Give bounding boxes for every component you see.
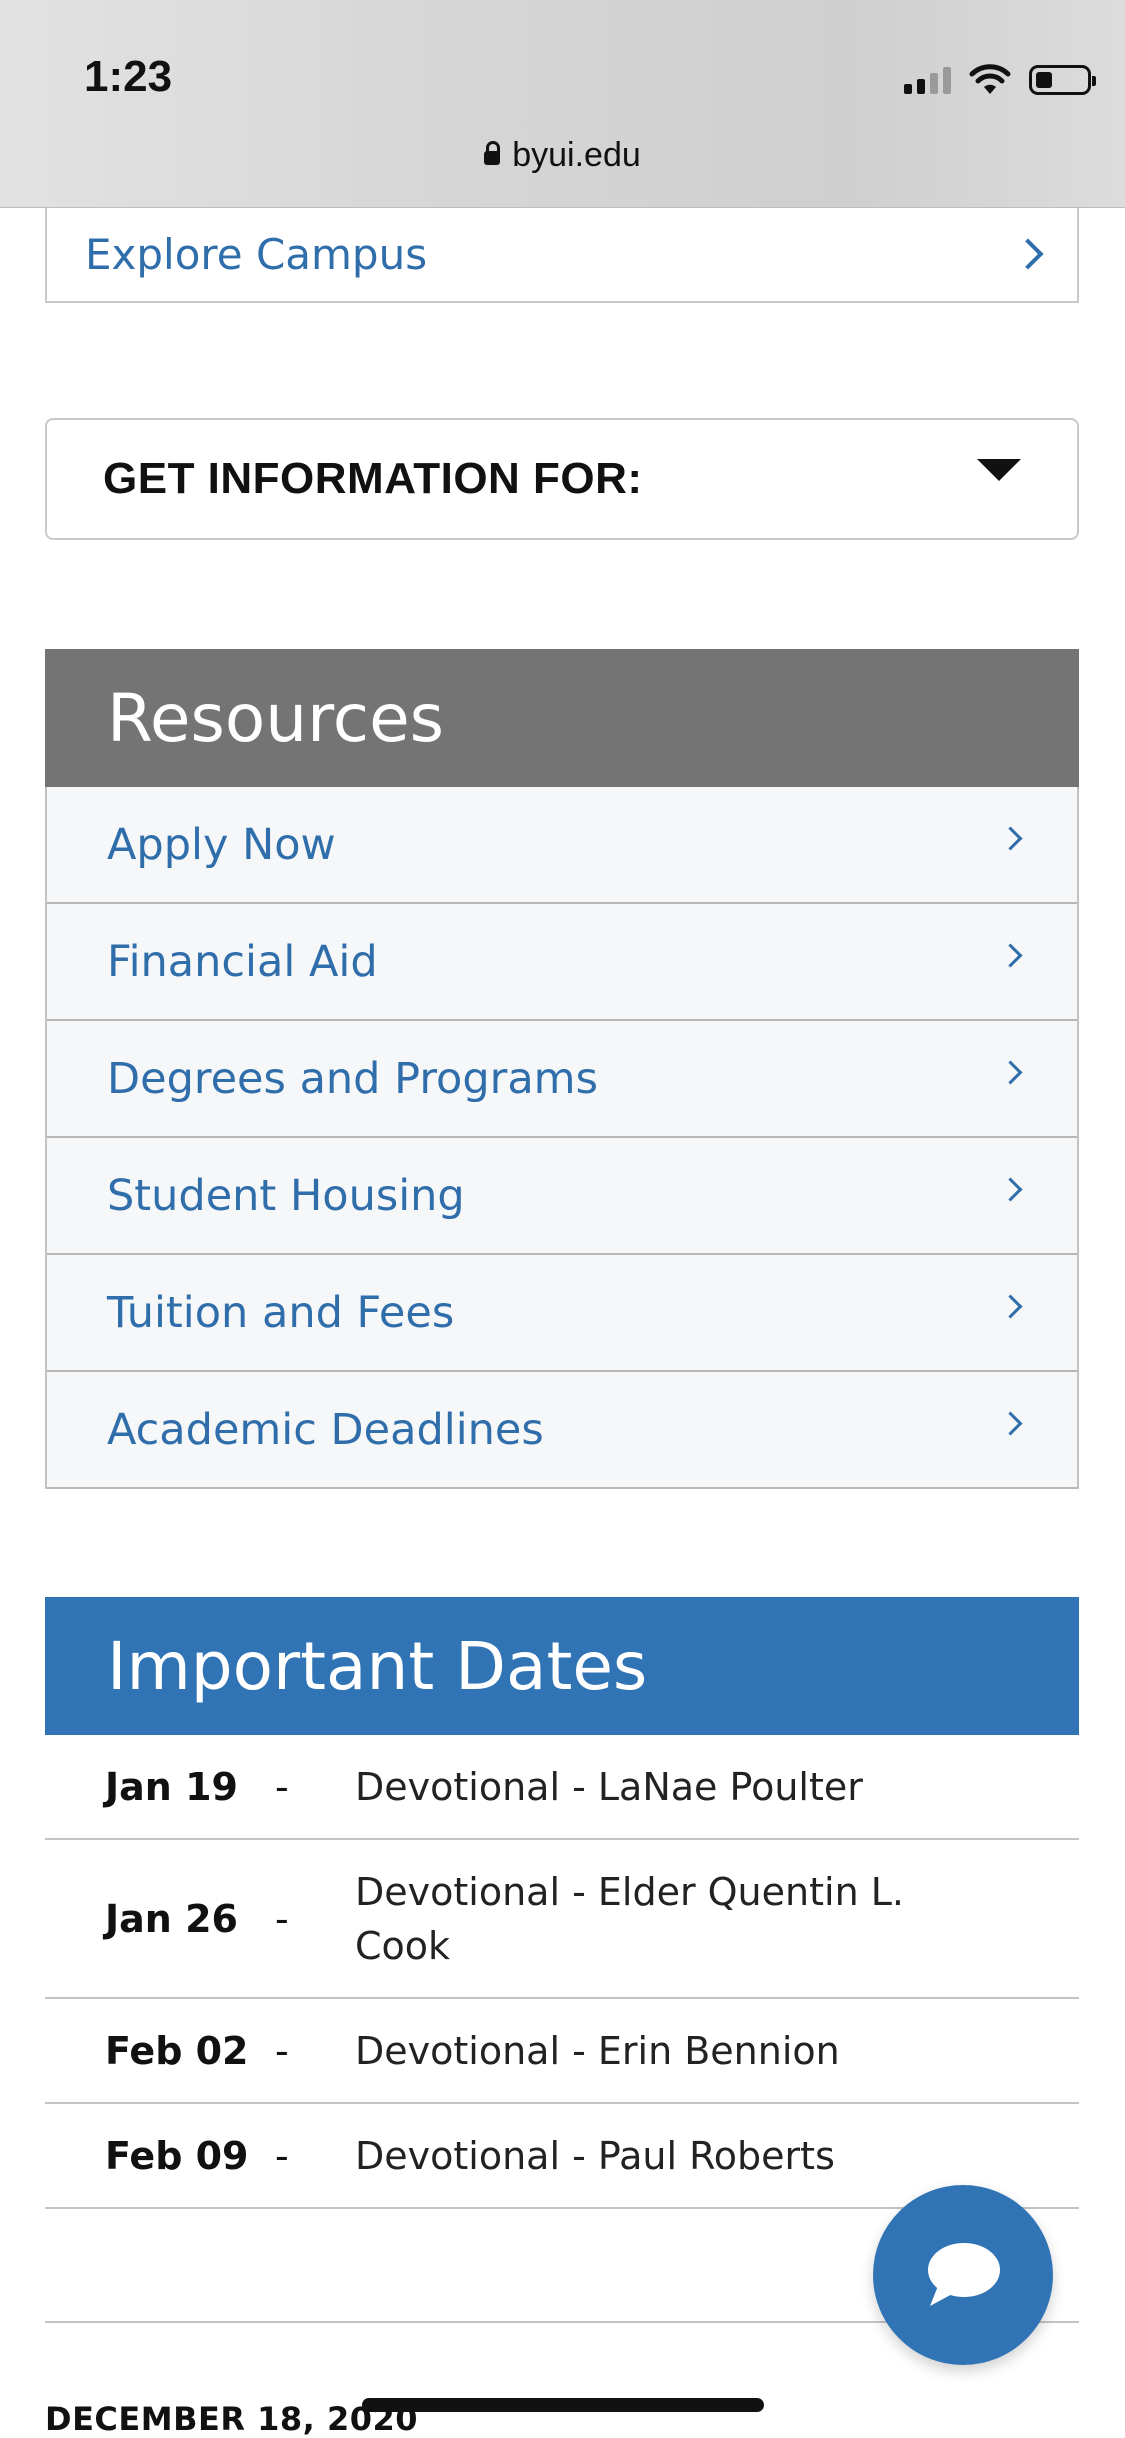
resource-item-label: Degrees and Programs xyxy=(107,1053,598,1104)
resource-item-label: Financial Aid xyxy=(107,936,378,987)
resource-item-label: Tuition and Fees xyxy=(107,1287,455,1338)
chevron-right-icon xyxy=(998,1294,1023,1319)
event-title: Devotional - Paul Roberts xyxy=(355,2133,835,2178)
chevron-right-icon xyxy=(998,826,1023,851)
event-title: Devotional - Erin Bennion xyxy=(355,2028,840,2073)
resource-item-label: Student Housing xyxy=(107,1170,465,1221)
get-information-dropdown[interactable]: GET INFORMATION FOR: xyxy=(45,418,1079,540)
event-date: Jan 26 xyxy=(105,1896,238,1941)
resource-item-apply-now[interactable]: Apply Now xyxy=(47,787,1077,904)
home-indicator[interactable] xyxy=(362,2398,764,2412)
resource-item-financial-aid[interactable]: Financial Aid xyxy=(47,904,1077,1021)
important-dates-heading: Important Dates xyxy=(45,1597,1079,1735)
lock-icon xyxy=(484,141,501,165)
caret-down-icon xyxy=(977,459,1021,481)
chevron-right-icon xyxy=(998,1411,1023,1436)
get-information-label: GET INFORMATION FOR: xyxy=(103,454,643,503)
chevron-right-icon xyxy=(998,943,1023,968)
battery-icon xyxy=(1029,65,1096,95)
wifi-icon xyxy=(969,64,1011,94)
event-title: Devotional - LaNae Poulter xyxy=(355,1764,863,1809)
status-icons xyxy=(904,58,1096,102)
address-bar[interactable]: byui.edu xyxy=(0,136,1125,175)
resource-item-student-housing[interactable]: Student Housing xyxy=(47,1138,1077,1255)
resource-item-academic-deadlines[interactable]: Academic Deadlines xyxy=(47,1372,1077,1489)
date-row[interactable]: Jan 19 - Devotional - LaNae Poulter xyxy=(45,1735,1079,1840)
event-date: Jan 19 xyxy=(105,1764,238,1809)
date-separator: - xyxy=(275,1764,289,1809)
resource-item-label: Apply Now xyxy=(107,819,336,870)
resources-panel: Resources Apply Now Financial Aid Degree… xyxy=(45,649,1079,1489)
date-row[interactable]: Jan 26 - Devotional - Elder Quentin L. C… xyxy=(45,1840,1079,1999)
status-time: 1:23 xyxy=(84,52,173,101)
chat-bubble-icon xyxy=(928,2243,1000,2306)
browser-status-bar: 1:23 byui.edu xyxy=(0,0,1125,208)
chevron-right-icon xyxy=(998,1177,1023,1202)
date-separator: - xyxy=(275,2133,289,2178)
chevron-right-icon xyxy=(998,1060,1023,1085)
event-date: Feb 02 xyxy=(105,2028,249,2073)
event-title: Devotional - Elder Quentin L. Cook xyxy=(355,1869,904,1968)
date-row[interactable]: Feb 02 - Devotional - Erin Bennion xyxy=(45,1999,1079,2104)
explore-campus-label: Explore Campus xyxy=(85,229,428,279)
date-separator: - xyxy=(275,2028,289,2073)
resource-item-degrees-and-programs[interactable]: Degrees and Programs xyxy=(47,1021,1077,1138)
resource-item-tuition-and-fees[interactable]: Tuition and Fees xyxy=(47,1255,1077,1372)
explore-campus-link[interactable]: Explore Campus xyxy=(45,207,1079,303)
resource-item-label: Academic Deadlines xyxy=(107,1404,544,1455)
url-text: byui.edu xyxy=(512,136,641,174)
chat-button[interactable] xyxy=(873,2185,1053,2365)
event-date: Feb 09 xyxy=(105,2133,249,2178)
signal-icon xyxy=(904,66,951,94)
resources-list: Apply Now Financial Aid Degrees and Prog… xyxy=(45,787,1079,1489)
date-separator: - xyxy=(275,1896,289,1941)
resources-heading: Resources xyxy=(45,649,1079,787)
chevron-right-icon xyxy=(1012,238,1044,270)
